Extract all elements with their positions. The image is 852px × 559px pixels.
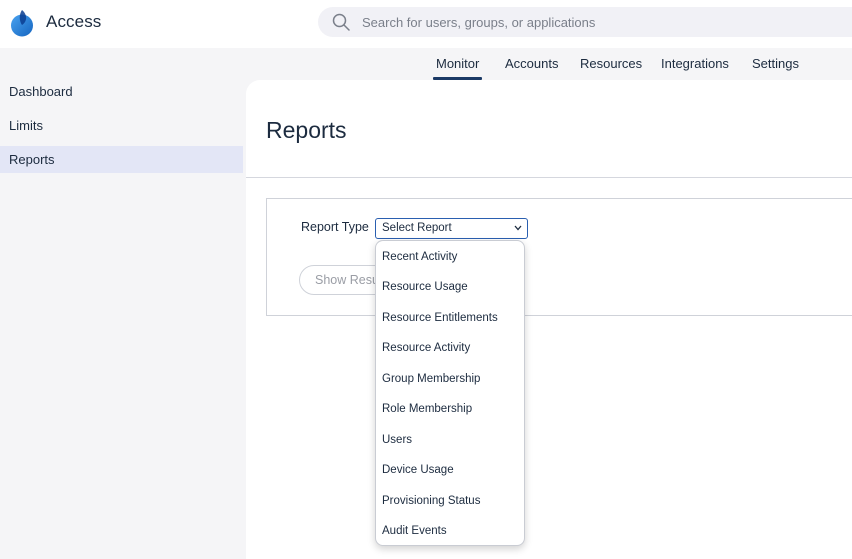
tab-monitor[interactable]: Monitor [432,56,483,80]
search-bar[interactable] [318,7,852,37]
dropdown-option[interactable]: Recent Activity [376,245,524,269]
app-header: Access [0,0,852,48]
chevron-down-icon [514,225,522,231]
select-value: Select Report [382,222,452,234]
divider [246,177,852,178]
dropdown-option[interactable]: Device Usage [376,458,524,482]
dropdown-option[interactable]: Provisioning Status [376,489,524,513]
dropdown-option[interactable]: Audit Events [376,519,524,543]
dropdown-option[interactable]: Resource Entitlements [376,306,524,330]
search-icon[interactable] [332,13,350,31]
main-content: Reports Report Type Select Report Show R… [246,80,852,559]
page-title: Reports [266,117,347,143]
app-title: Access [46,12,102,31]
tab-accounts[interactable]: Accounts [505,56,558,71]
sidebar: Dashboard Limits Reports [0,78,246,559]
report-type-select[interactable]: Select Report [375,218,528,239]
tab-resources[interactable]: Resources [580,56,642,71]
report-type-label: Report Type [301,220,369,234]
app-logo-icon[interactable] [10,9,34,37]
report-type-dropdown: Recent Activity Resource Usage Resource … [375,240,525,546]
top-navigation: Monitor Accounts Resources Integrations … [0,48,852,80]
sidebar-item-dashboard[interactable]: Dashboard [0,78,243,105]
report-filter-panel: Report Type Select Report Show Results [266,198,852,316]
sidebar-item-limits[interactable]: Limits [0,112,243,139]
dropdown-option[interactable]: Role Membership [376,397,524,421]
sidebar-item-reports[interactable]: Reports [0,146,243,173]
dropdown-option[interactable]: Group Membership [376,367,524,391]
tab-integrations[interactable]: Integrations [661,56,729,71]
tab-settings[interactable]: Settings [752,56,799,71]
search-input[interactable] [362,7,842,37]
dropdown-option[interactable]: Resource Activity [376,336,524,360]
dropdown-option[interactable]: Resource Usage [376,275,524,299]
dropdown-option[interactable]: Users [376,428,524,452]
